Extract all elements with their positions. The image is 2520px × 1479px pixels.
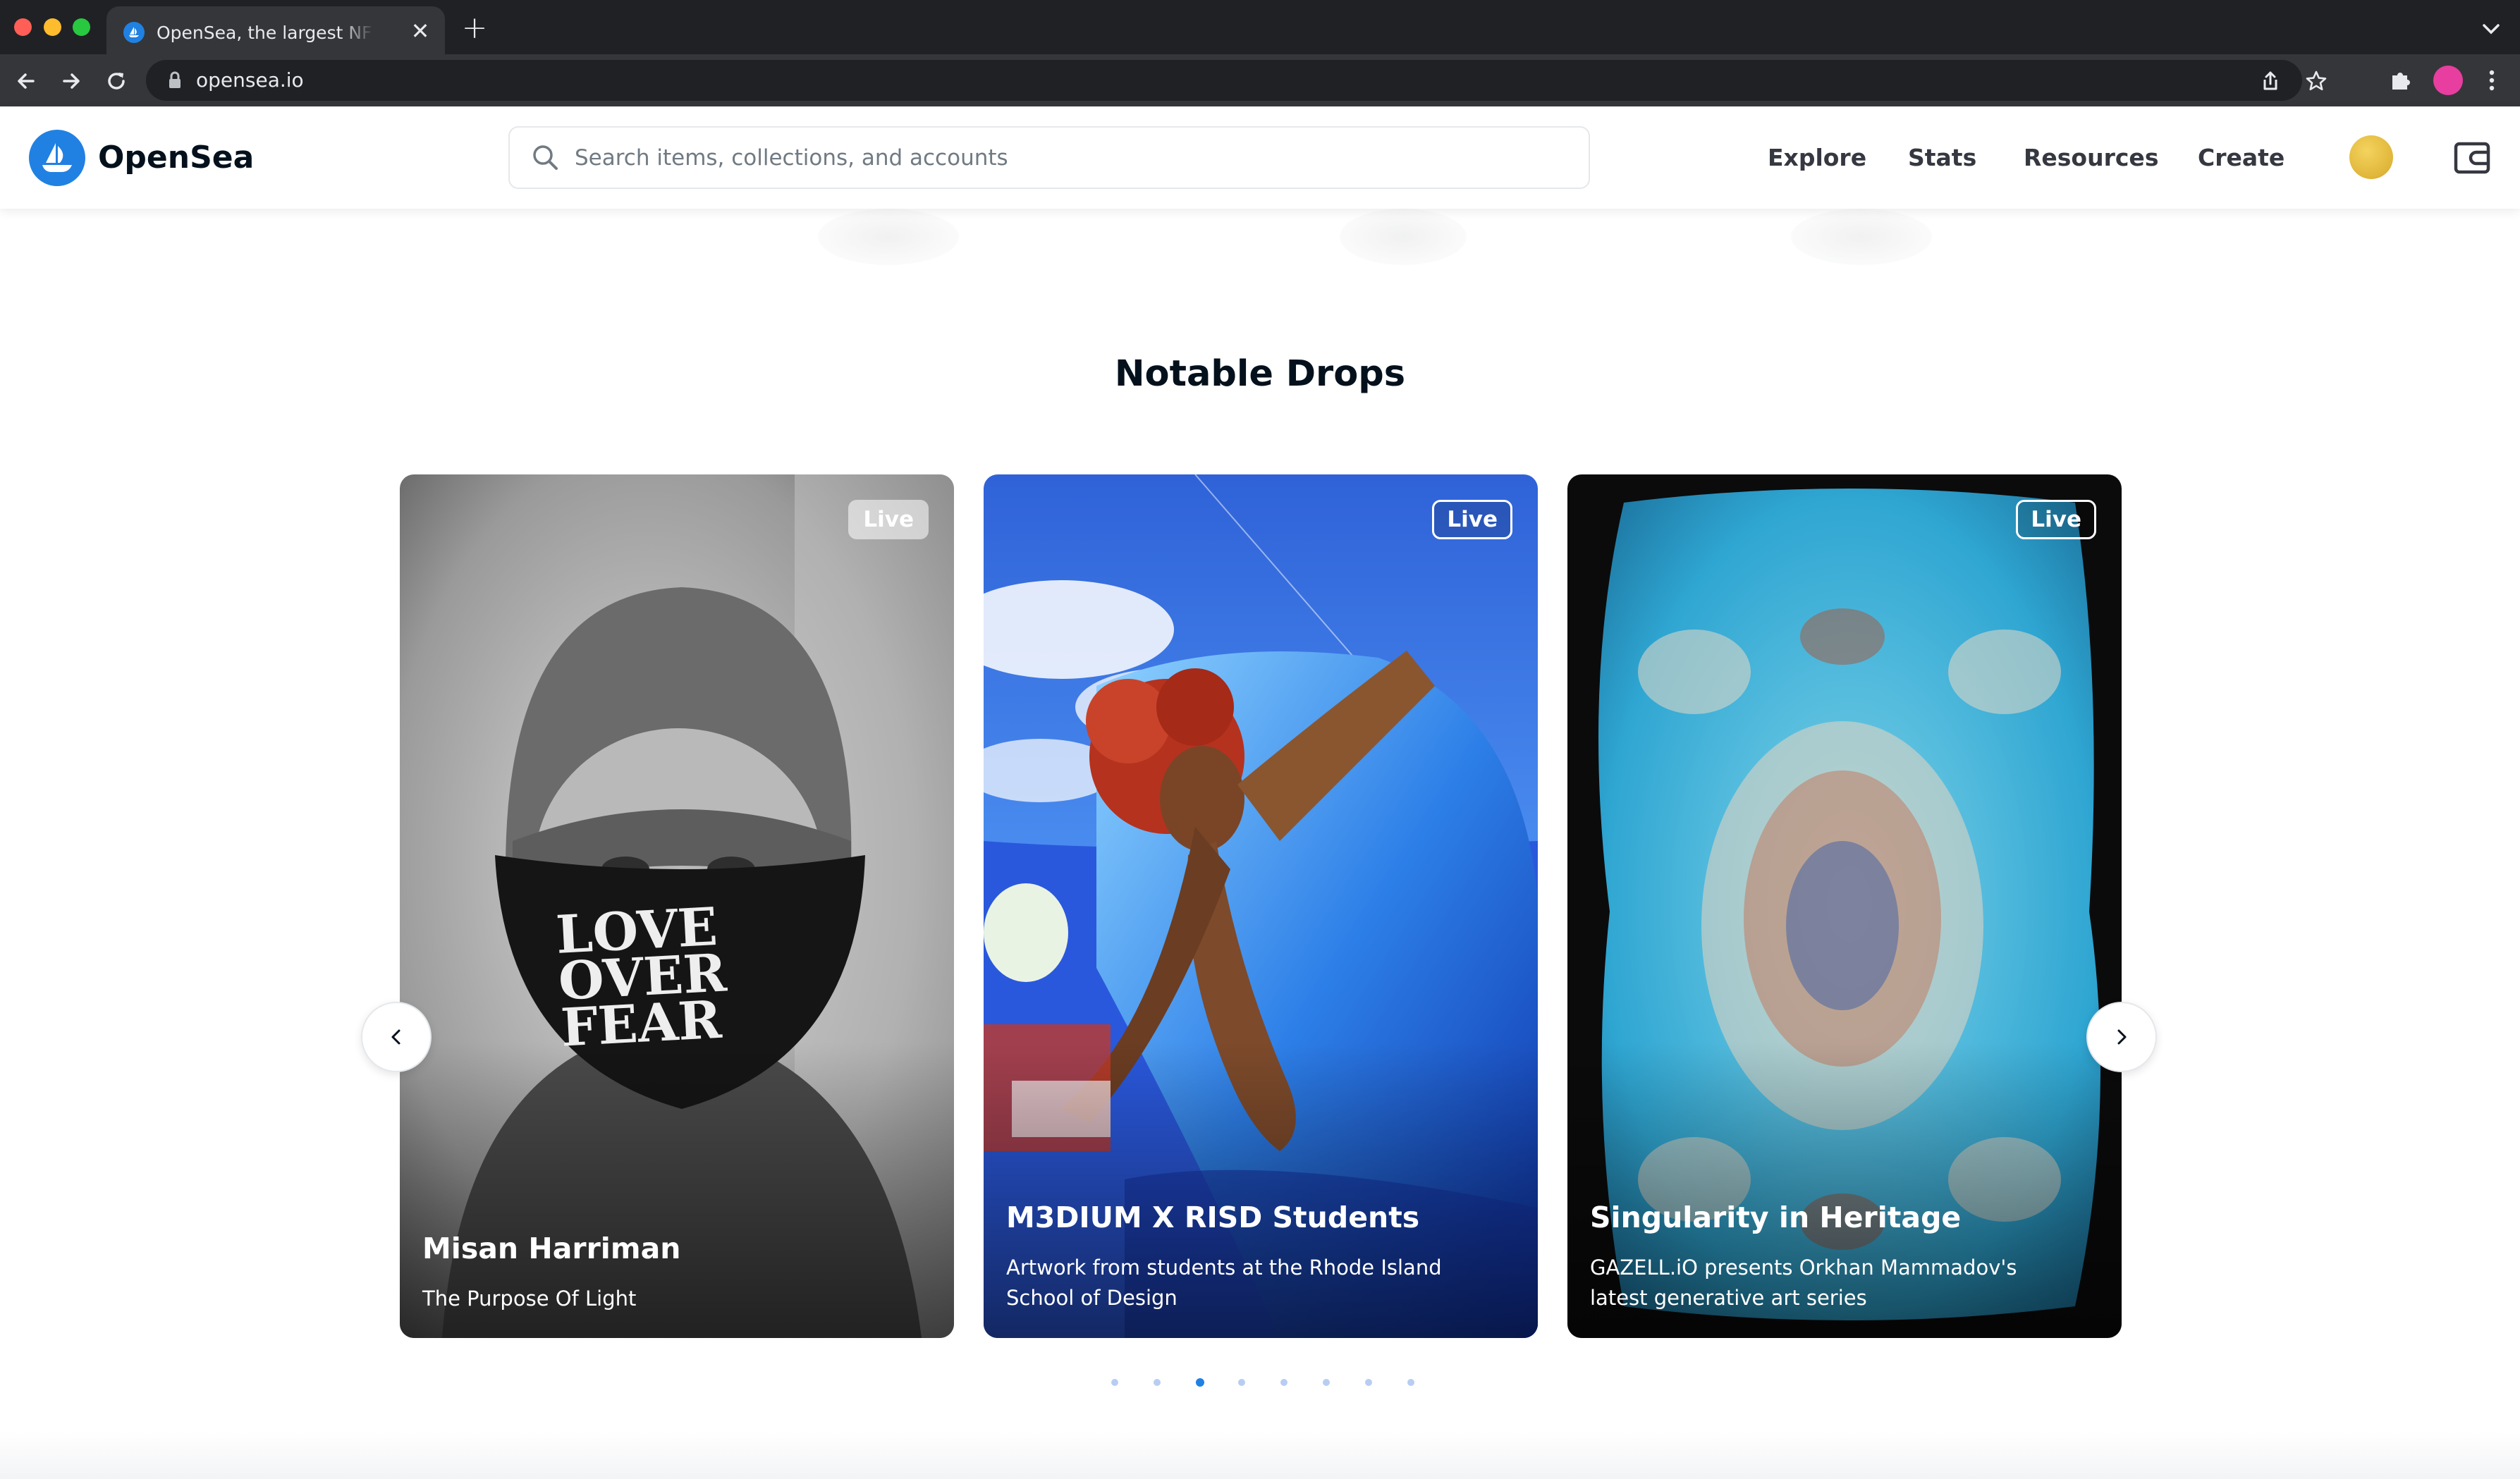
browser-tab-active[interactable]: OpenSea, the largest NFT marketplace ✕ [106,6,445,54]
carousel-dot[interactable] [1280,1379,1287,1386]
drop-card-misan-harriman[interactable]: LOVE OVER FEAR Live Misan Harriman The P… [400,474,954,1338]
drop-card-subtitle: The Purpose Of Light [422,1287,637,1311]
drop-card-m3dium-risd[interactable]: Live M3DIUM X RISD Students Artwork from… [984,474,1538,1338]
nav-resources[interactable]: Resources [2024,136,2158,180]
nav-stats[interactable]: Stats [1908,136,1976,180]
scrolled-content-shadow [1340,209,1467,265]
site-header: OpenSea Explore Stats Resources Create [0,106,2520,209]
carousel-dot[interactable] [1111,1379,1118,1386]
nav-explore[interactable]: Explore [1768,136,1866,180]
chevron-left-icon [391,1029,400,1045]
search-bar[interactable] [508,126,1590,189]
carousel-dot[interactable] [1238,1379,1245,1386]
browser-profile-avatar[interactable] [2433,66,2463,95]
scrolled-content-shadow [818,209,959,265]
url-text[interactable]: opensea.io [196,66,304,95]
drop-card-singularity-heritage[interactable]: Live Singularity in Heritage GAZELL.iO p… [1567,474,2122,1338]
carousel-prev-button[interactable] [361,1002,432,1072]
section-title: Notable Drops [1114,353,1406,395]
browser-toolbar: opensea.io [0,54,2520,106]
drop-card-subtitle: Artwork from students at the Rhode Islan… [1006,1256,1442,1310]
mask-print: LOVE OVER FEAR [554,897,728,1059]
tab-close-icon[interactable]: ✕ [408,18,433,44]
tab-title-fade [339,20,374,46]
next-section-edge [0,1431,2520,1479]
reload-icon[interactable] [102,67,130,95]
window-zoom-button[interactable] [73,18,90,36]
share-icon[interactable] [2258,68,2283,94]
brand-name[interactable]: OpenSea [98,136,254,180]
nav-create[interactable]: Create [2198,136,2284,180]
extensions-puzzle-icon[interactable] [2387,66,2415,94]
more-vert-icon[interactable] [2478,66,2506,94]
carousel-dot[interactable] [1154,1379,1161,1386]
window-minimize-button[interactable] [44,18,61,36]
opensea-favicon-icon [123,22,145,43]
live-badge: Live [848,500,929,539]
carousel-dot[interactable] [1323,1379,1330,1386]
address-bar[interactable]: opensea.io [146,60,2327,101]
carousel-dot[interactable] [1407,1379,1414,1386]
chevron-right-icon [2117,1029,2127,1045]
drop-card-title: Singularity in Heritage [1590,1201,1962,1234]
chevron-down-icon[interactable] [2478,18,2504,39]
new-tab-button[interactable]: + [460,13,489,44]
drop-card-title: Misan Harriman [422,1232,681,1265]
carousel-dot[interactable] [1365,1379,1372,1386]
live-badge: Live [1432,500,1512,539]
window-close-button[interactable] [14,18,32,36]
browser-tab-bar: OpenSea, the largest NFT marketplace ✕ + [0,0,2520,54]
drop-card-title: M3DIUM X RISD Students [1006,1201,1420,1234]
scrolled-content-shadow [1791,209,1932,265]
bookmark-star-icon[interactable] [2304,68,2329,94]
wallet-icon[interactable] [2452,138,2492,178]
live-badge: Live [2016,500,2096,539]
search-input[interactable] [575,140,1562,176]
opensea-logo-icon[interactable] [29,130,85,186]
account-avatar[interactable] [2349,135,2393,179]
search-icon [530,142,562,174]
forward-icon[interactable] [57,67,85,95]
back-icon[interactable] [12,67,40,95]
carousel-next-button[interactable] [2086,1002,2157,1072]
drop-card-subtitle: GAZELL.iO presents Orkhan Mammadov's lat… [1590,1256,2017,1310]
lock-icon[interactable] [167,71,183,90]
carousel-pagination [1100,1376,1424,1390]
carousel-dot[interactable] [1196,1378,1204,1387]
